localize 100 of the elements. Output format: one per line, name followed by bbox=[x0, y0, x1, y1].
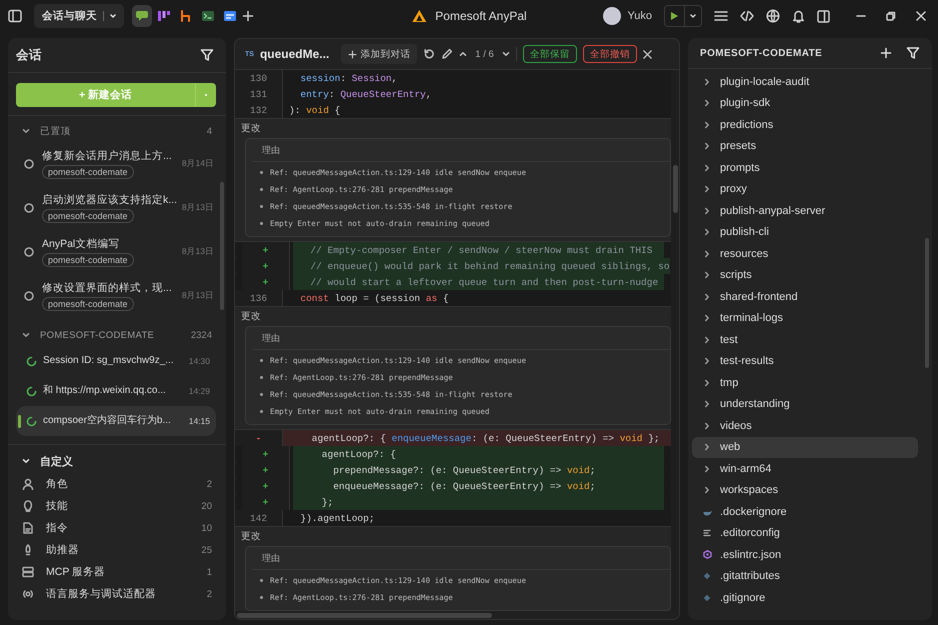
session-item[interactable]: 和 https://mp.weixin.qq.co... 14:29 bbox=[16, 376, 216, 406]
pencil-icon[interactable] bbox=[441, 48, 454, 60]
run-button[interactable] bbox=[664, 5, 702, 27]
folder-item[interactable]: resources bbox=[692, 243, 918, 264]
chevron-right-icon[interactable] bbox=[703, 142, 711, 150]
bell-icon[interactable] bbox=[792, 9, 805, 23]
folder-item[interactable]: prompts bbox=[692, 157, 918, 178]
session-item[interactable]: 修复新会话用户消息上方... pomesoft-codemate 8月14日 bbox=[16, 142, 216, 186]
custom-item[interactable]: 角色 2 bbox=[16, 473, 212, 495]
bullet-icon bbox=[260, 171, 263, 174]
add-tab-icon[interactable] bbox=[242, 10, 254, 22]
chevron-right-icon[interactable] bbox=[703, 357, 711, 366]
chevron-right-icon[interactable] bbox=[703, 228, 711, 236]
folder-item[interactable]: win-arm64 bbox=[692, 458, 918, 480]
project-tag: pomesoft-codemate bbox=[42, 253, 134, 267]
chevron-right-icon[interactable] bbox=[703, 422, 711, 430]
bullet-icon bbox=[260, 376, 263, 379]
chevron-right-icon[interactable] bbox=[703, 271, 711, 280]
folder-item[interactable]: shared-frontend bbox=[692, 286, 918, 308]
chevron-right-icon[interactable] bbox=[703, 164, 711, 172]
workspace-dropdown[interactable]: 会话与聊天 bbox=[34, 4, 124, 28]
chevron-right-icon[interactable] bbox=[703, 120, 711, 129]
chevron-up-icon[interactable] bbox=[459, 50, 468, 58]
scrollbar[interactable] bbox=[220, 182, 224, 310]
scrollbar[interactable] bbox=[237, 612, 492, 618]
chevron-down-icon[interactable] bbox=[22, 127, 30, 135]
sidebar-toggle-icon[interactable] bbox=[8, 9, 22, 23]
user-avatar[interactable] bbox=[602, 7, 621, 25]
code-icon[interactable] bbox=[740, 10, 754, 22]
session-item[interactable]: Session ID: sg_msvchw9z_... 14:30 bbox=[16, 346, 216, 376]
panel-toggle-icon[interactable] bbox=[817, 10, 830, 22]
add-to-chat-button[interactable]: 添加到对话 bbox=[341, 44, 418, 64]
keep-all-button[interactable]: 全部保留 bbox=[522, 45, 577, 63]
chevron-down-icon[interactable] bbox=[22, 457, 30, 465]
folder-item[interactable]: predictions bbox=[692, 114, 918, 136]
globe-icon[interactable] bbox=[766, 9, 780, 23]
chevron-right-icon[interactable] bbox=[703, 336, 711, 344]
folder-item[interactable]: test bbox=[692, 329, 918, 350]
browser-window-icon bbox=[223, 10, 237, 22]
folder-item[interactable]: publish-cli bbox=[692, 222, 918, 243]
session-item[interactable]: compsoer空内容回车行为b... 14:15 bbox=[16, 406, 216, 436]
file-item[interactable]: .gitignore bbox=[692, 587, 918, 608]
folder-item[interactable]: videos bbox=[692, 415, 918, 436]
undo-icon[interactable] bbox=[423, 48, 436, 60]
chevron-right-icon[interactable] bbox=[703, 486, 711, 494]
app-logo-icon bbox=[411, 9, 428, 23]
chevron-right-icon[interactable] bbox=[703, 464, 711, 473]
file-item[interactable]: .gitattributes bbox=[692, 566, 918, 587]
folder-item[interactable]: terminal-logs bbox=[692, 308, 918, 329]
menu-icon[interactable] bbox=[714, 10, 728, 22]
custom-item[interactable]: 助推器 25 bbox=[16, 539, 212, 561]
folder-item[interactable]: plugin-sdk bbox=[692, 92, 918, 114]
document-icon bbox=[22, 522, 34, 534]
chevron-right-icon[interactable] bbox=[703, 185, 711, 194]
chevron-right-icon[interactable] bbox=[703, 400, 711, 408]
app-tab[interactable] bbox=[132, 5, 152, 27]
chevron-right-icon[interactable] bbox=[703, 378, 711, 387]
scrollbar[interactable] bbox=[925, 238, 929, 368]
custom-item[interactable]: 语言服务与调试适配器 2 bbox=[16, 583, 212, 605]
custom-item[interactable]: 指令 10 bbox=[16, 517, 212, 539]
custom-item[interactable]: 技能 20 bbox=[16, 495, 212, 517]
chevron-down-icon[interactable] bbox=[22, 331, 30, 339]
folder-item[interactable]: publish-anypal-server bbox=[692, 200, 918, 222]
folder-item[interactable]: understanding bbox=[692, 394, 918, 415]
chevron-down-icon[interactable] bbox=[502, 50, 510, 58]
caret-icon bbox=[110, 13, 116, 19]
session-item[interactable]: AnyPal文档编写 pomesoft-codemate 8月13日 bbox=[16, 230, 216, 274]
filter-icon[interactable] bbox=[200, 48, 214, 62]
folder-item[interactable]: test-results bbox=[692, 350, 918, 372]
discard-all-button[interactable]: 全部撤销 bbox=[582, 45, 637, 63]
folder-item[interactable]: tmp bbox=[692, 372, 918, 394]
session-item[interactable]: 修改设置界面的样式，现... pomesoft-codemate 8月13日 bbox=[16, 274, 216, 318]
custom-item[interactable]: MCP 服务器 1 bbox=[16, 561, 212, 583]
chevron-right-icon[interactable] bbox=[703, 206, 711, 215]
close-icon[interactable] bbox=[916, 11, 926, 21]
folder-item[interactable]: presets bbox=[692, 136, 918, 157]
chevron-right-icon[interactable] bbox=[703, 99, 711, 108]
scrollbar[interactable] bbox=[673, 165, 678, 213]
add-icon[interactable] bbox=[880, 47, 892, 59]
filter-icon[interactable] bbox=[906, 46, 920, 60]
folder-item[interactable]: scripts bbox=[692, 264, 918, 286]
chevron-right-icon[interactable] bbox=[703, 443, 711, 452]
folder-item[interactable]: web bbox=[692, 436, 918, 458]
chevron-right-icon[interactable] bbox=[703, 250, 711, 258]
close-icon[interactable] bbox=[642, 50, 652, 58]
folder-item[interactable]: workspaces bbox=[692, 480, 918, 501]
chevron-right-icon[interactable] bbox=[703, 78, 711, 86]
session-title: 启动浏览器应该支持指定k... bbox=[42, 193, 174, 207]
session-item[interactable]: 启动浏览器应该支持指定k... pomesoft-codemate 8月13日 bbox=[16, 186, 216, 230]
chevron-right-icon[interactable] bbox=[703, 292, 711, 301]
folder-item[interactable]: proxy bbox=[692, 178, 918, 200]
chevron-right-icon[interactable] bbox=[703, 314, 711, 322]
file-item[interactable]: .eslintrc.json bbox=[692, 544, 918, 566]
session-title: 和 https://mp.weixin.qq.co... bbox=[43, 384, 167, 398]
folder-item[interactable]: plugin-locale-audit bbox=[692, 71, 918, 92]
restore-icon[interactable] bbox=[886, 11, 896, 21]
file-name[interactable]: queuedMe... bbox=[260, 47, 330, 61]
file-item[interactable]: .dockerignore bbox=[692, 501, 918, 522]
file-item[interactable]: .editorconfig bbox=[692, 522, 918, 544]
session-time: 14:29 bbox=[188, 386, 210, 396]
